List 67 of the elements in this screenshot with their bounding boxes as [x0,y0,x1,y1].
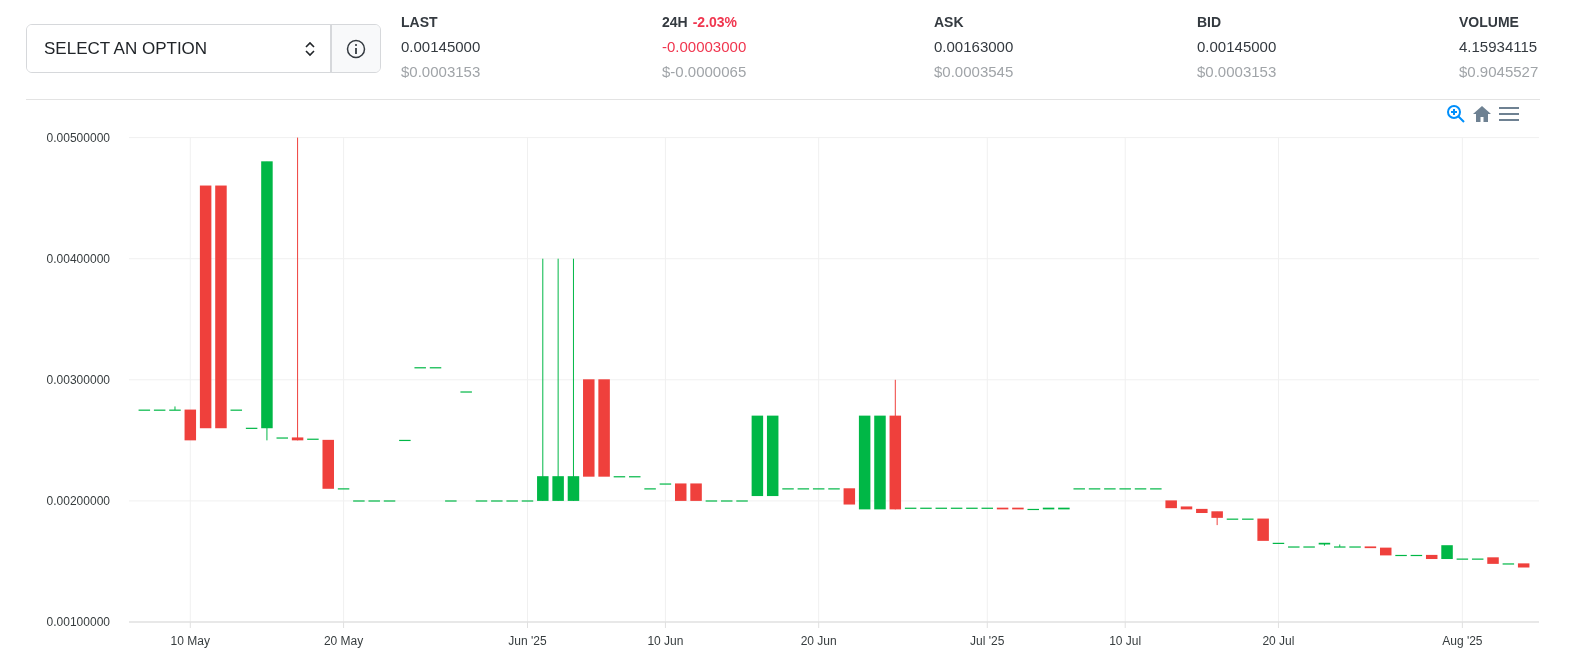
x-axis-label: 20 Jul [1262,634,1295,648]
candle [1364,546,1377,549]
x-axis-label: 20 Jun [800,634,837,648]
candle [1012,507,1024,510]
zoom-in-icon [1446,104,1466,124]
candle [675,483,687,501]
info-button[interactable] [332,25,380,72]
y-axis-label: 0.00300000 [46,372,110,387]
candle [1334,544,1346,548]
usd-value: $0.0003545 [934,63,1015,80]
candle [1318,542,1331,547]
candle [399,439,411,442]
option-select[interactable]: SELECT AN OPTION [27,25,332,72]
zoom-in-button[interactable] [1446,104,1466,124]
candle [1410,554,1423,557]
stat-value: 0.00163000 [934,38,1015,55]
candle [1165,500,1177,509]
candle [1425,554,1438,560]
x-axis-label: Jul '25 [970,634,1005,648]
x-axis-label: 10 May [170,634,210,648]
usd-value: $-0.0000065 [662,63,748,80]
stat-label: BID [1197,14,1222,30]
home-button[interactable] [1472,105,1492,123]
stat-value: 4.15934115 [1459,38,1539,55]
candle [690,483,702,501]
candle [843,488,856,505]
candle [1042,507,1055,510]
home-icon [1472,105,1492,123]
candle [169,405,181,411]
y-axis-label: 0.00400000 [46,251,110,266]
candle [1196,508,1208,513]
candle [322,439,334,489]
x-axis-label: 10 Jun [647,634,684,648]
stat-label: 24H [662,14,688,30]
sort-caret-icon [304,40,316,57]
x-axis-label: 20 May [323,634,364,648]
stat-value: 0.00145000 [1197,38,1278,55]
stat-label: VOLUME [1459,14,1519,30]
y-axis-label: 0.00100000 [46,615,110,629]
candle [1058,507,1070,510]
stat-value: 0.00145000 [401,38,482,55]
candle [1487,557,1499,564]
change-percent: -2.03% [692,14,738,30]
usd-value: $0.0003153 [401,63,482,80]
candle [184,409,197,441]
y-axis-label: 0.00200000 [46,493,110,508]
x-axis-label: Jun '25 [508,634,547,648]
menu-button[interactable] [1498,106,1520,122]
menu-icon [1498,106,1520,122]
stat-label: LAST [401,14,438,30]
candle [1395,554,1407,557]
candle [1517,563,1530,568]
candle [1180,506,1193,510]
candle [1211,511,1223,526]
info-icon [346,38,366,59]
usd-value: $0.0003153 [1197,63,1278,80]
stat-value: -0.00003000 [662,38,748,55]
x-axis-label: 10 Jul [1109,634,1142,648]
x-axis-label: Aug '25 [1442,634,1483,648]
stat-label: ASK [934,14,964,30]
candle [1380,547,1392,556]
candle [1027,508,1039,511]
usd-value: $0.9045527 [1459,63,1539,80]
y-axis-label: 0.00500000 [46,130,110,145]
candle [1441,545,1453,560]
candle [996,507,1009,510]
candle [1257,518,1269,541]
